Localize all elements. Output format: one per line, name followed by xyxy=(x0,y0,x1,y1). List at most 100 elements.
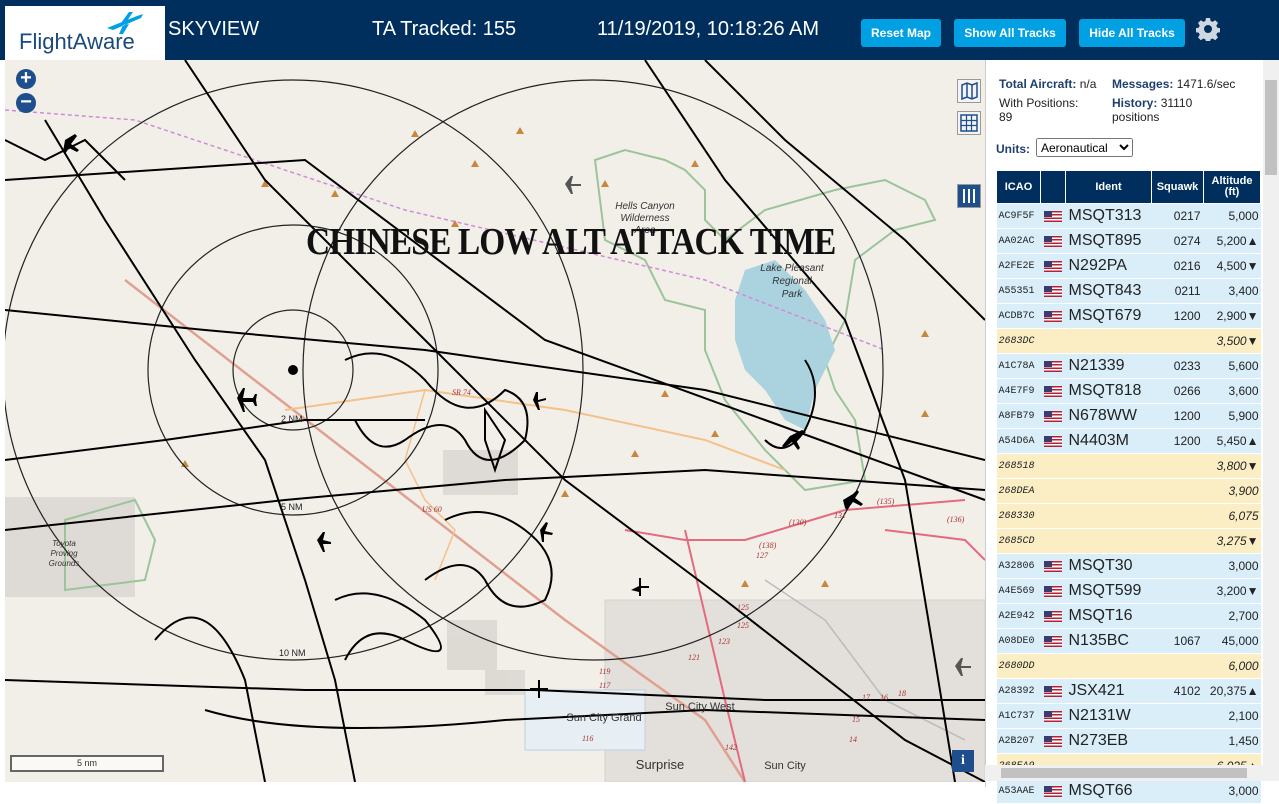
squawk-cell: 0233 xyxy=(1151,353,1204,379)
squawk-cell xyxy=(1151,553,1204,579)
squawk-cell: 0211 xyxy=(1151,278,1204,304)
altitude-value: 3,500 xyxy=(1216,334,1247,348)
route-label: 121 xyxy=(688,653,700,662)
flag-cell xyxy=(1040,278,1066,304)
units-label: Units: xyxy=(996,142,1030,156)
us-flag-icon xyxy=(1043,311,1062,323)
flag-cell xyxy=(1040,378,1066,404)
messages-stat: Messages: 1471.6/sec xyxy=(1112,77,1236,91)
ident-cell xyxy=(1065,653,1152,679)
route-label: (138) xyxy=(759,541,777,550)
aircraft-row[interactable]: A1C737 N2131W 2,100 xyxy=(996,703,1261,729)
squawk-cell xyxy=(1151,478,1204,504)
map-view[interactable]: 2 NM 5 NM 10 NM Hells Canyon Wilderness … xyxy=(5,60,985,782)
info-button[interactable]: i xyxy=(952,750,974,772)
ident-cell: MSQT599 xyxy=(1065,578,1152,604)
flag-cell xyxy=(1040,678,1066,704)
aircraft-row[interactable]: A08DE0 N135BC 1067 45,000 xyxy=(996,628,1261,654)
zoom-out-button[interactable]: − xyxy=(16,92,36,113)
altitude-value: 3,900 xyxy=(1228,484,1259,498)
aircraft-row[interactable]: 268330 6,075 xyxy=(996,503,1261,529)
us-flag-icon xyxy=(1043,386,1062,398)
squawk-cell: 0266 xyxy=(1151,378,1204,404)
route-label: US 60 xyxy=(422,505,442,514)
col-header-squawk[interactable]: Squawk xyxy=(1151,170,1204,204)
altitude-cell: 2,700 xyxy=(1203,603,1261,629)
overlay-caption: CHINESE LOW ALT ATTACK TIME xyxy=(306,221,836,263)
zoom-in-button[interactable]: + xyxy=(16,68,36,89)
total-aircraft-stat: Total Aircraft: n/a xyxy=(999,77,1097,91)
aircraft-row[interactable]: A28392 JSX421 4102 20,375▲ xyxy=(996,678,1261,704)
ident-cell xyxy=(1065,328,1152,354)
icao-cell: 2683DC xyxy=(996,328,1041,354)
horizontal-scroll-thumb[interactable] xyxy=(1001,768,1247,778)
show-all-tracks-button[interactable]: Show All Tracks xyxy=(954,19,1066,47)
flag-cell xyxy=(1040,253,1066,279)
aircraft-row[interactable]: A2B207 N273EB 1,450 xyxy=(996,728,1261,754)
aircraft-row[interactable]: 268518 3,800▼ xyxy=(996,453,1261,479)
ident-cell: JSX421 xyxy=(1065,678,1152,704)
aircraft-row[interactable]: A2E942 MSQT16 2,700 xyxy=(996,603,1261,629)
col-header-flag[interactable] xyxy=(1040,170,1066,204)
route-label: 127 xyxy=(756,551,769,560)
aircraft-row[interactable]: A53AAE MSQT66 3,000 xyxy=(996,778,1261,804)
ident-cell xyxy=(1065,478,1152,504)
aircraft-row[interactable]: A54D6A N4403M 1200 5,450▲ xyxy=(996,428,1261,454)
route-label: 17 xyxy=(862,693,871,702)
altitude-cell: 3,900 xyxy=(1203,478,1261,504)
columns-toggle-button[interactable] xyxy=(957,184,981,208)
flightaware-logo[interactable]: FlightAware xyxy=(5,6,165,60)
flag-cell xyxy=(1040,428,1066,454)
aircraft-row[interactable]: AC9F5F MSQT313 0217 5,000 xyxy=(996,203,1261,229)
ident-cell: MSQT895 xyxy=(1065,228,1152,254)
altitude-cell: 5,900 xyxy=(1203,403,1261,429)
aircraft-row[interactable]: AA02AC MSQT895 0274 5,200▲ xyxy=(996,228,1261,254)
squawk-cell: 1200 xyxy=(1151,403,1204,429)
icao-cell: A32806 xyxy=(996,553,1041,579)
ident-cell: MSQT818 xyxy=(1065,378,1152,404)
units-select[interactable]: Aeronautical xyxy=(1036,138,1133,157)
aircraft-sidebar: Total Aircraft: n/a Messages: 1471.6/sec… xyxy=(985,60,1279,804)
aircraft-row[interactable]: ACDB7C MSQT679 1200 2,900▼ xyxy=(996,303,1261,329)
ident-cell: MSQT843 xyxy=(1065,278,1152,304)
aircraft-row[interactable]: 2685CD 3,275▼ xyxy=(996,528,1261,554)
aircraft-row[interactable]: A32806 MSQT30 3,000 xyxy=(996,553,1261,579)
aircraft-row[interactable]: A1C78A N21339 0233 5,600 xyxy=(996,353,1261,379)
route-label: 117 xyxy=(599,681,611,690)
squawk-cell xyxy=(1151,653,1204,679)
grid-toggle-button[interactable] xyxy=(957,111,981,135)
aircraft-row[interactable]: 2683DC 3,500▼ xyxy=(996,328,1261,354)
ident-cell: MSQT30 xyxy=(1065,553,1152,579)
aircraft-row[interactable]: 2680DD 6,000 xyxy=(996,653,1261,679)
route-label: 131 xyxy=(834,511,846,520)
col-header-ident[interactable]: Ident xyxy=(1065,170,1152,204)
map-layers-button[interactable] xyxy=(957,79,981,103)
aircraft-row[interactable]: A55351 MSQT843 0211 3,400 xyxy=(996,278,1261,304)
route-label: 119 xyxy=(599,667,610,676)
aircraft-row[interactable]: A2FE2E N292PA 0216 4,500▼ xyxy=(996,253,1261,279)
altitude-cell: 20,375▲ xyxy=(1203,678,1261,704)
col-header-icao[interactable]: ICAO xyxy=(996,170,1041,204)
flag-cell xyxy=(1040,728,1066,754)
us-flag-icon xyxy=(1043,286,1062,298)
vertical-scroll-thumb[interactable] xyxy=(1265,80,1277,175)
aircraft-row[interactable]: A4E7F9 MSQT818 0266 3,600 xyxy=(996,378,1261,404)
gear-icon[interactable] xyxy=(1196,17,1220,41)
icao-cell: A2E942 xyxy=(996,603,1041,629)
us-flag-icon xyxy=(1043,586,1062,598)
altitude-cell: 3,600 xyxy=(1203,378,1261,404)
altitude-cell: 2,900▼ xyxy=(1203,303,1261,329)
aircraft-row[interactable]: A8FB79 N678WW 1200 5,900 xyxy=(996,403,1261,429)
aircraft-row[interactable]: 268DEA 3,900 xyxy=(996,478,1261,504)
reset-map-button[interactable]: Reset Map xyxy=(861,19,941,47)
altitude-trend: ▼ xyxy=(1246,584,1259,598)
us-flag-icon xyxy=(1043,711,1062,723)
tracked-count: TA Tracked: 155 xyxy=(372,18,517,40)
col-header-altitude[interactable]: Altitude (ft) xyxy=(1203,170,1261,204)
aircraft-row[interactable]: A4E569 MSQT599 3,200▼ xyxy=(996,578,1261,604)
hide-all-tracks-button[interactable]: Hide All Tracks xyxy=(1079,19,1185,47)
altitude-value: 3,000 xyxy=(1228,784,1259,798)
positions-stat-label: With Positions: xyxy=(999,96,1079,110)
ident-cell: MSQT313 xyxy=(1065,203,1152,229)
altitude-value: 5,900 xyxy=(1228,409,1259,423)
